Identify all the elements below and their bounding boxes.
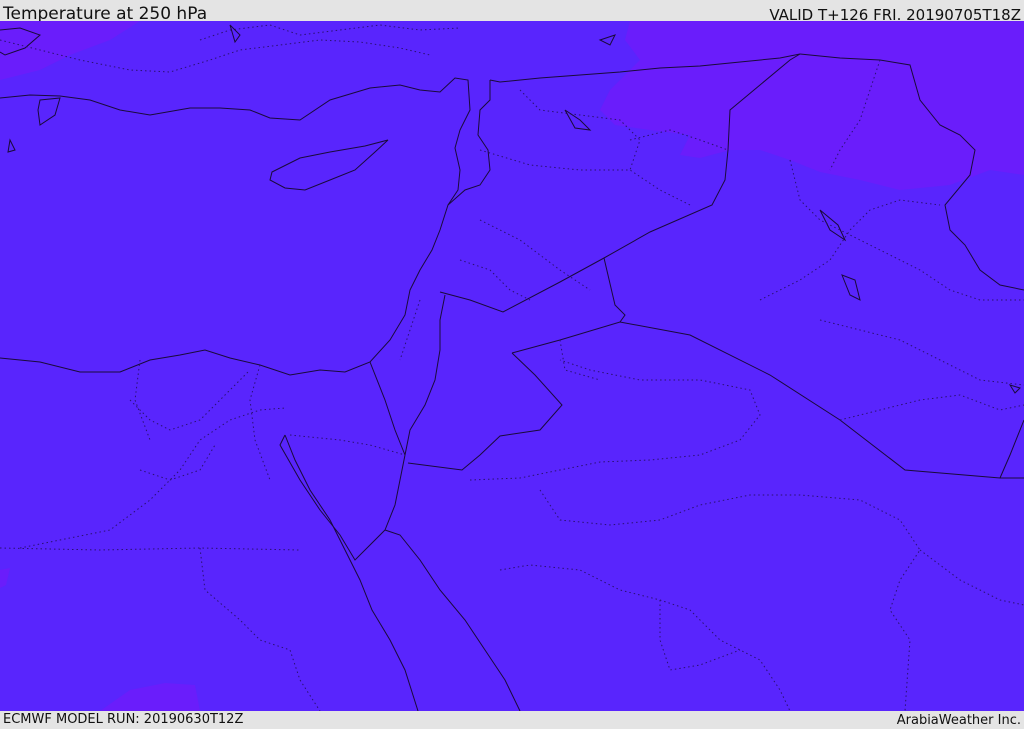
map-panel[interactable]	[0, 21, 1024, 711]
temperature-map[interactable]	[0, 21, 1024, 711]
footer-bar: ECMWF MODEL RUN: 20190630T12Z ArabiaWeat…	[0, 711, 1024, 729]
header-bar: Temperature at 250 hPa VALID T+126 FRI. …	[0, 0, 1024, 24]
model-run-label: ECMWF MODEL RUN: 20190630T12Z	[3, 712, 244, 727]
credit-label: ArabiaWeather Inc.	[896, 713, 1021, 728]
